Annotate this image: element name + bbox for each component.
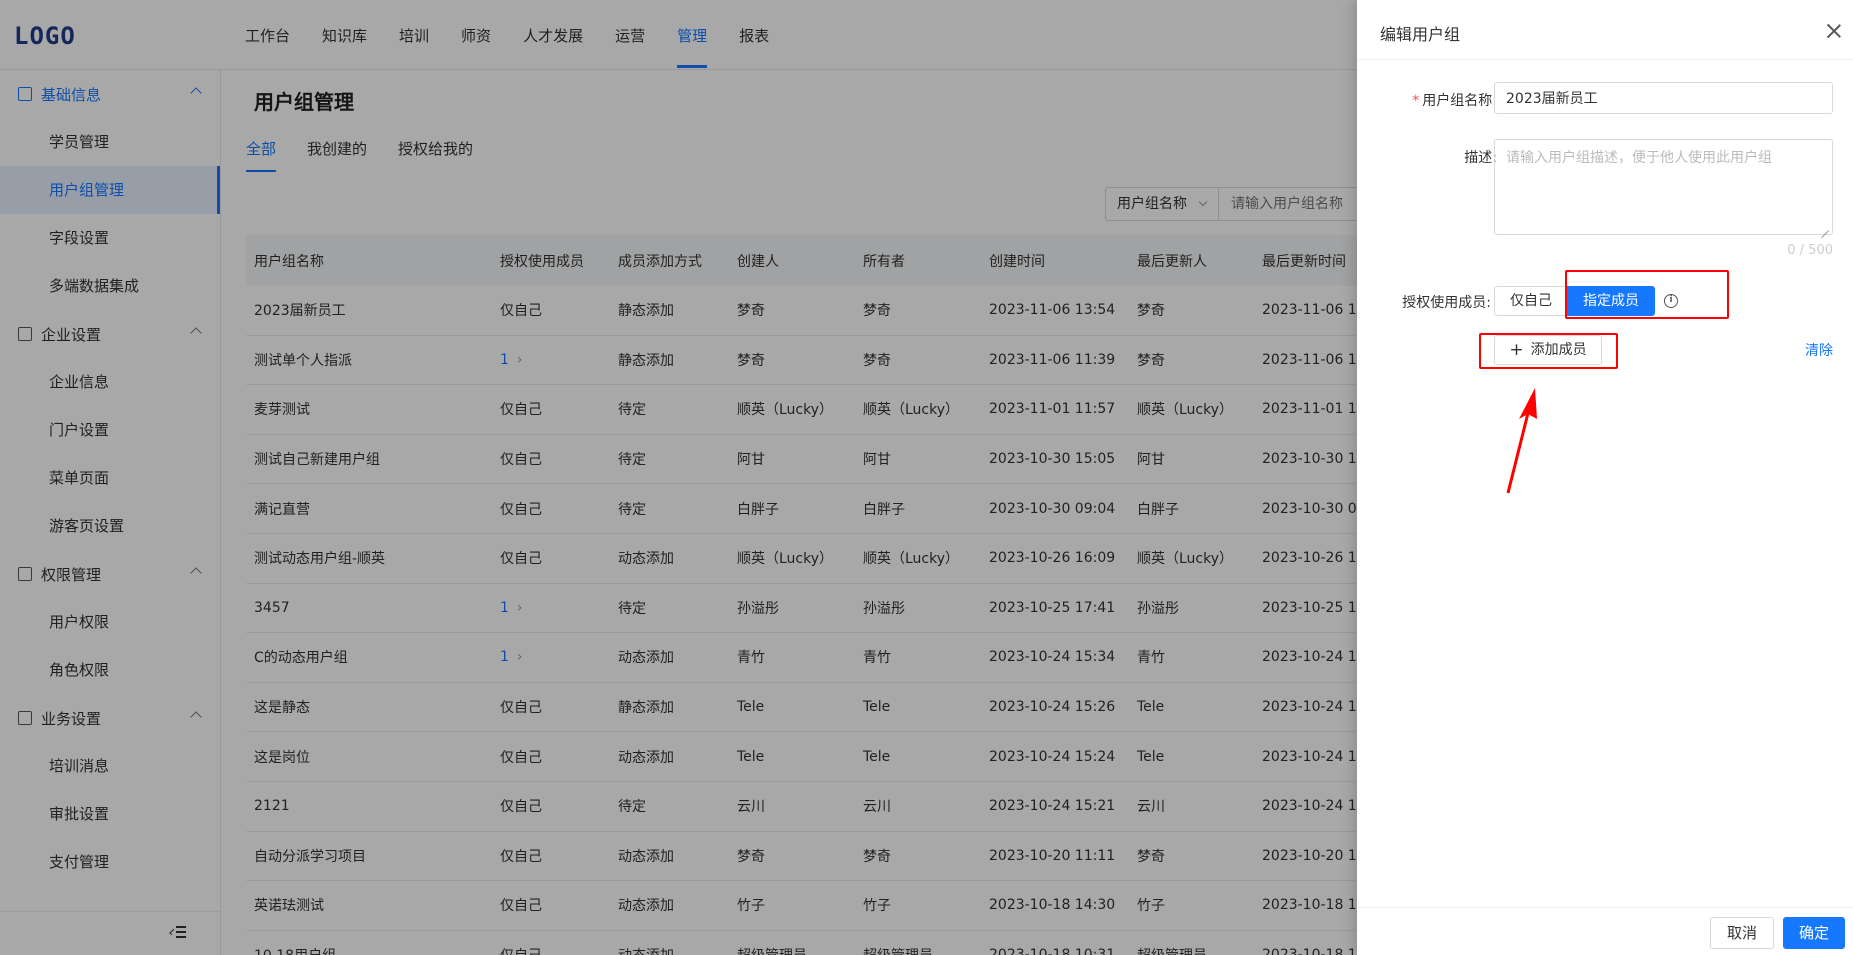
name-field-label: * 用户组名称:: [1357, 90, 1497, 110]
modal-overlay[interactable]: [0, 0, 1357, 955]
annotation-box-add-member: [1479, 333, 1618, 369]
close-icon[interactable]: [1827, 24, 1841, 38]
confirm-button[interactable]: 确定: [1783, 917, 1845, 949]
usergroup-name-input[interactable]: [1494, 82, 1833, 114]
required-mark: *: [1412, 93, 1420, 109]
desc-field-label: 描述:: [1464, 150, 1497, 166]
app: LOGO 工作台 知识库 培训 师资 人才发展 运营 管理 报表 基础信息 学员管理 用户组管理字…: [0, 0, 1853, 955]
drawer-title: 编辑用户组: [1380, 25, 1461, 44]
annotation-arrow-icon: [1506, 388, 1537, 494]
char-counter: 0 / 500: [1787, 243, 1833, 258]
name-label-text: 用户组名称:: [1422, 93, 1497, 109]
edit-usergroup-drawer: 编辑用户组 *用户组名称: 描述: 请输入用户组描述，便于他人使用此用户组 0 …: [1357, 0, 1853, 955]
resize-handle-icon[interactable]: [1821, 223, 1829, 231]
clear-link[interactable]: 清除: [1805, 340, 1833, 360]
option-self-button[interactable]: 仅自己: [1494, 286, 1568, 316]
drawer-header: 编辑用户组: [1357, 0, 1853, 60]
description-textarea[interactable]: 请输入用户组描述，便于他人使用此用户组: [1494, 139, 1833, 235]
auth-field-label: 授权使用成员:: [1402, 295, 1491, 311]
description-placeholder: 请输入用户组描述，便于他人使用此用户组: [1506, 150, 1772, 166]
drawer-footer: 取消 确定: [1357, 907, 1853, 955]
annotation-box-specified: [1565, 270, 1729, 319]
cancel-button[interactable]: 取消: [1710, 917, 1774, 949]
